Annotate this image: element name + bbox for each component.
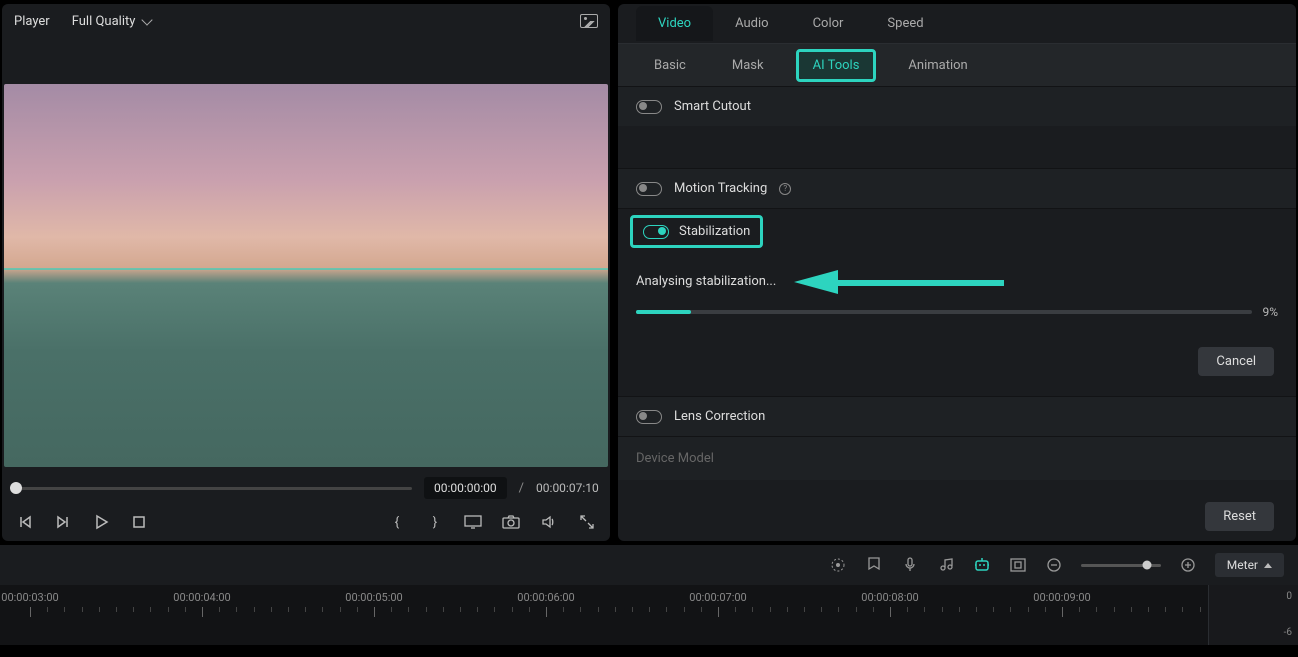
ruler-label: 00:00:08:00 [861, 591, 918, 604]
music-icon[interactable] [937, 556, 955, 574]
scrubber[interactable] [16, 487, 412, 490]
option-motion-tracking: Motion Tracking ? [618, 168, 1296, 208]
ai-icon[interactable] [973, 556, 991, 574]
fullscreen-button[interactable] [578, 513, 596, 531]
option-smart-cutout: Smart Cutout [618, 86, 1296, 126]
tab-video[interactable]: Video [636, 6, 713, 41]
device-model-row: Device Model [618, 436, 1296, 480]
ruler-label: 00:00:07:00 [689, 591, 746, 604]
zoom-handle[interactable] [1142, 561, 1151, 570]
option-lens-correction: Lens Correction [618, 396, 1296, 436]
inspector-panel: Video Audio Color Speed Basic Mask AI To… [618, 4, 1296, 541]
label-lens-correction: Lens Correction [674, 409, 765, 424]
chevron-down-icon [142, 14, 153, 25]
tab-color[interactable]: Color [791, 6, 866, 41]
subtab-animation[interactable]: Animation [894, 52, 981, 79]
option-stabilization: Stabilization [618, 208, 1296, 254]
time-current[interactable]: 00:00:00:00 [424, 477, 507, 499]
meter-tick-0: 0 [1286, 591, 1292, 602]
marker-icon[interactable] [865, 556, 883, 574]
cancel-button[interactable]: Cancel [1198, 347, 1274, 376]
reset-row: Reset [618, 492, 1296, 541]
meter-label: Meter [1227, 558, 1258, 572]
subtab-basic[interactable]: Basic [640, 52, 700, 79]
arrow-annotation [794, 270, 1004, 294]
zoom-out-button[interactable] [1045, 556, 1063, 574]
player-header: Player Full Quality [2, 4, 610, 38]
label-stabilization: Stabilization [679, 224, 750, 239]
tabs-row: Video Audio Color Speed [618, 4, 1296, 44]
device-model-label: Device Model [636, 451, 714, 466]
tab-audio[interactable]: Audio [713, 6, 790, 41]
ruler-label: 00:00:04:00 [173, 591, 230, 604]
meter-tick-1: -6 [1284, 627, 1292, 638]
triangle-up-icon [1264, 563, 1272, 568]
timeline-toolbar: Meter [0, 545, 1298, 585]
mark-out-button[interactable]: } [426, 513, 444, 531]
quality-value: Full Quality [72, 14, 136, 29]
cancel-row: Cancel [618, 335, 1296, 396]
zoom-slider[interactable] [1081, 564, 1161, 567]
ruler-label: 00:00:05:00 [345, 591, 402, 604]
progress-fill [636, 310, 691, 314]
time-total: 00:00:07:10 [536, 481, 599, 495]
snapshot-button[interactable] [502, 513, 520, 531]
zoom-in-button[interactable] [1179, 556, 1197, 574]
stop-button[interactable] [130, 513, 148, 531]
meter-panel: 0 -6 [1208, 585, 1298, 645]
frame-icon[interactable] [1009, 556, 1027, 574]
video-preview[interactable] [4, 84, 608, 467]
player-label: Player [14, 14, 50, 29]
scrub-handle[interactable] [10, 482, 22, 494]
timeline-ruler[interactable]: 00:00:03:00 00:00:04:00 00:00:05:00 00:00:0… [0, 585, 1298, 645]
ruler-label: 00:00:03:00 [1, 591, 58, 604]
highlight-ai-tools: AI Tools [796, 49, 877, 82]
time-separator: / [519, 481, 524, 496]
ruler-label: 00:00:09:00 [1033, 591, 1090, 604]
label-smart-cutout: Smart Cutout [674, 99, 751, 114]
toggle-motion-tracking[interactable] [636, 182, 662, 196]
next-frame-button[interactable] [54, 513, 72, 531]
tab-speed[interactable]: Speed [865, 6, 945, 41]
mark-in-button[interactable]: { [388, 513, 406, 531]
subtab-ai-tools[interactable]: AI Tools [799, 52, 874, 79]
ruler-label: 00:00:06:00 [517, 591, 574, 604]
progress-bar [636, 310, 1252, 314]
help-icon[interactable]: ? [779, 183, 791, 195]
mic-icon[interactable] [901, 556, 919, 574]
player-panel: Player Full Quality 00:00:00:00 / 00:00:… [2, 4, 610, 541]
highlight-stabilization: Stabilization [630, 215, 763, 248]
play-button[interactable] [92, 513, 110, 531]
reset-button[interactable]: Reset [1205, 502, 1274, 531]
prev-frame-button[interactable] [16, 513, 34, 531]
player-controls: 00:00:00:00 / 00:00:07:10 { } [2, 467, 610, 541]
volume-button[interactable] [540, 513, 558, 531]
subtabs-row: Basic Mask AI Tools Animation [618, 44, 1296, 86]
toggle-smart-cutout[interactable] [636, 100, 662, 114]
mix-icon[interactable] [829, 556, 847, 574]
display-button[interactable] [464, 513, 482, 531]
progress-percent: 9% [1262, 305, 1278, 319]
meter-button[interactable]: Meter [1215, 553, 1284, 577]
toggle-stabilization[interactable] [643, 225, 669, 239]
progress-section: Analysing stabilization... 9% [618, 254, 1296, 335]
image-preview-icon[interactable] [580, 14, 598, 28]
subtab-mask[interactable]: Mask [718, 52, 778, 79]
label-motion-tracking: Motion Tracking [674, 181, 767, 196]
toggle-lens-correction[interactable] [636, 410, 662, 424]
quality-select[interactable]: Full Quality [64, 10, 160, 33]
